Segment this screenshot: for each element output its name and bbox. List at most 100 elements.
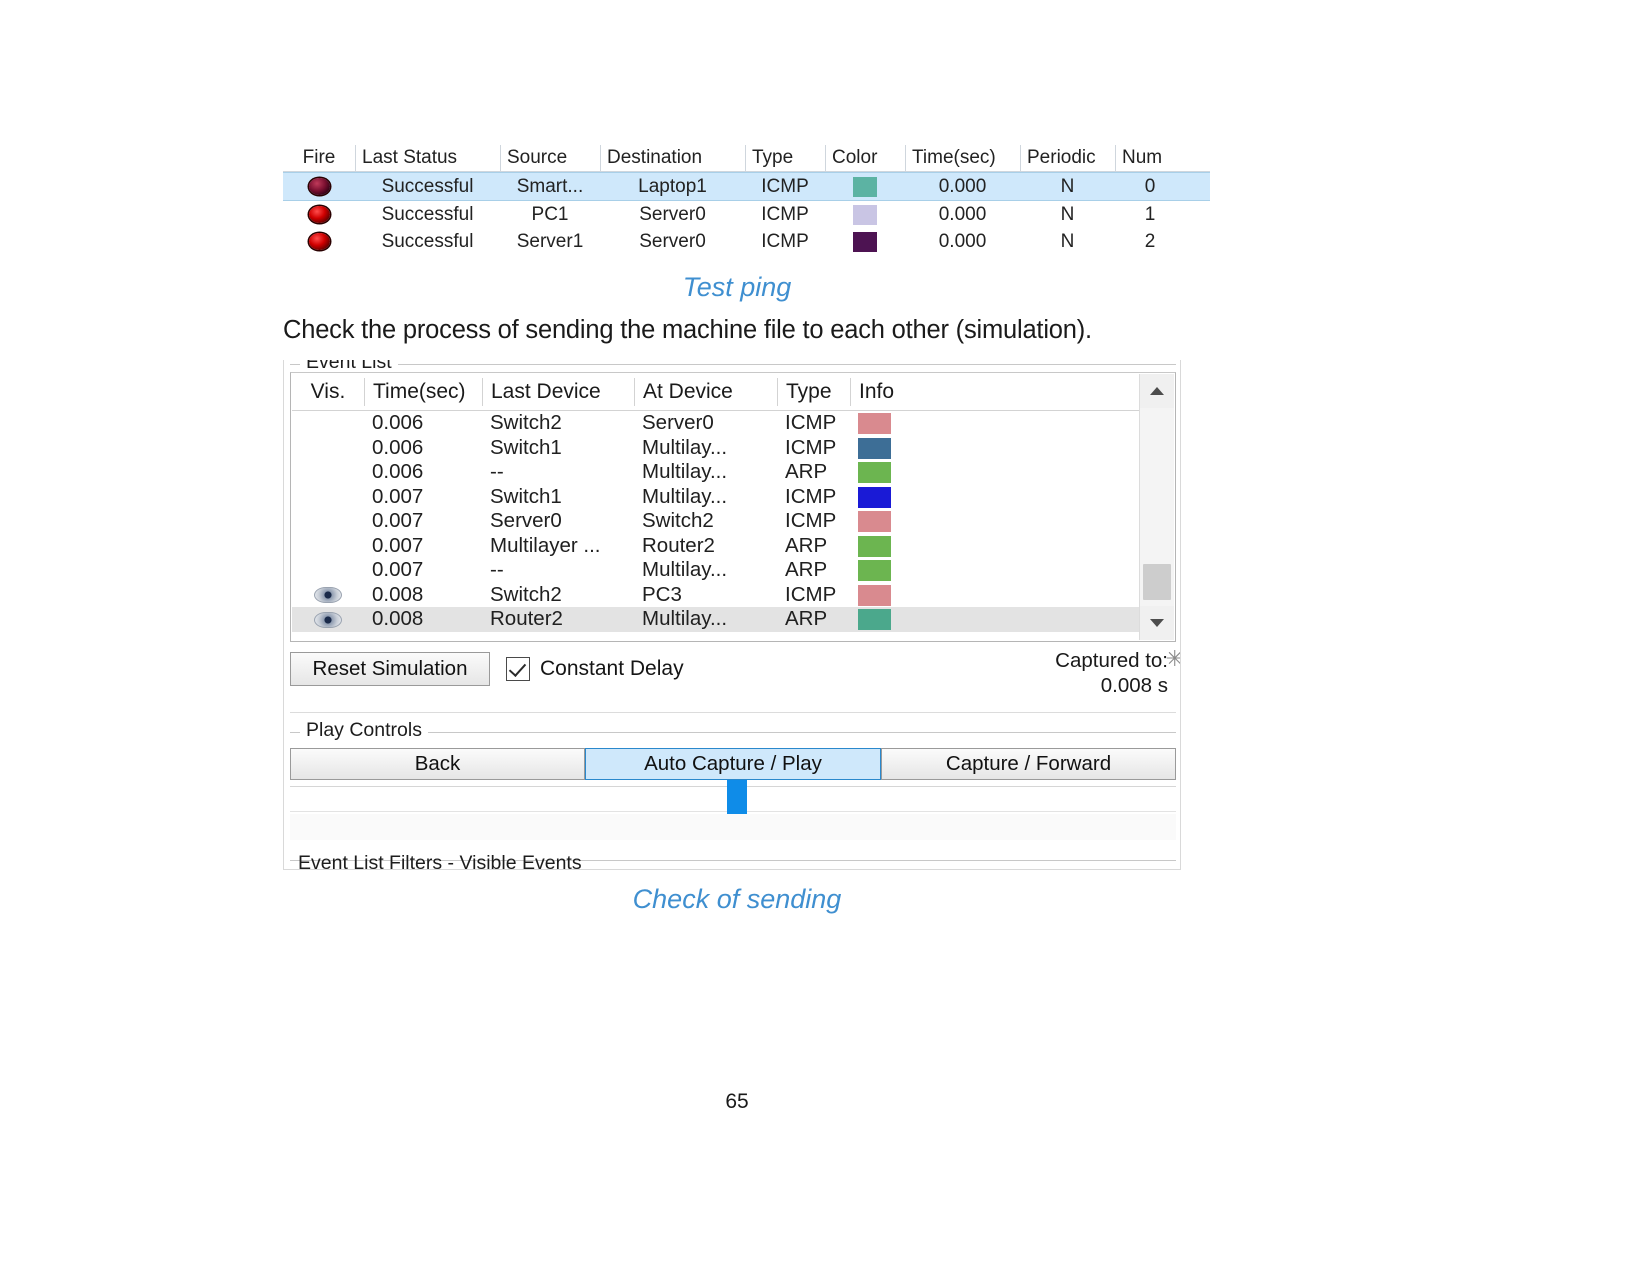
info-cell <box>850 436 1050 461</box>
column-header-destination[interactable]: Destination <box>600 145 745 171</box>
vis-cell[interactable] <box>292 558 364 583</box>
divider <box>290 712 1176 713</box>
fire-cell[interactable] <box>283 201 355 228</box>
at-device-cell: Router2 <box>642 533 715 557</box>
reset-simulation-button[interactable]: Reset Simulation <box>290 652 490 686</box>
last-device-cell: Multilayer ... <box>490 533 601 557</box>
num-cell: 1 <box>1144 204 1156 225</box>
table-row[interactable]: Successful Server1 Server0 ICMP 0.000 N … <box>283 228 1210 255</box>
column-header-type[interactable]: Type <box>745 145 825 171</box>
chevron-down-icon <box>1150 619 1164 627</box>
page-number: 65 <box>725 1090 749 1113</box>
type-cell: ARP <box>785 533 828 557</box>
captured-to-readout: Captured to: 0.008 s ✳ <box>1055 646 1180 698</box>
source-cell: Server1 <box>516 231 584 252</box>
column-header-time[interactable]: Time(sec) <box>364 378 482 406</box>
last-device-cell: Switch1 <box>490 484 562 508</box>
time-cell: 0.000 <box>938 176 987 197</box>
scroll-down-button[interactable] <box>1140 606 1174 640</box>
table-row[interactable]: Successful Smart... Laptop1 ICMP 0.000 N… <box>283 172 1210 201</box>
info-color-swatch <box>858 437 891 459</box>
at-device-cell: Multilay... <box>642 460 728 483</box>
vis-cell[interactable] <box>292 534 364 559</box>
column-header-at-device[interactable]: At Device <box>634 378 777 406</box>
pdu-table-header: Fire Last Status Source Destination Type… <box>283 138 1210 172</box>
scroll-up-button[interactable] <box>1140 374 1174 408</box>
column-header-info[interactable]: Info <box>850 378 1050 406</box>
fire-cell[interactable] <box>283 173 355 200</box>
fire-led-icon[interactable] <box>308 233 330 251</box>
fire-led-icon[interactable] <box>308 206 330 224</box>
list-item[interactable]: 0.007 -- Multilay... ARP <box>292 558 1139 583</box>
time-cell: 0.008 <box>372 582 424 606</box>
vis-cell[interactable] <box>292 607 364 632</box>
time-cell: 0.007 <box>372 484 424 508</box>
vis-cell[interactable] <box>292 460 364 485</box>
constant-delay-checkbox[interactable] <box>506 657 530 681</box>
list-item[interactable]: 0.008 Router2 Multilay... ARP <box>292 607 1139 632</box>
periodic-cell: N <box>1060 231 1075 252</box>
destination-cell: Server0 <box>639 204 706 225</box>
info-cell <box>850 509 1050 534</box>
color-swatch <box>853 204 877 225</box>
type-cell: ICMP <box>785 435 837 459</box>
list-item[interactable]: 0.008 Switch2 PC3 ICMP <box>292 583 1139 608</box>
table-row[interactable]: Successful PC1 Server0 ICMP 0.000 N 1 <box>283 201 1210 228</box>
vis-cell[interactable] <box>292 485 364 510</box>
column-header-last-device[interactable]: Last Device <box>482 378 634 406</box>
info-color-swatch <box>858 560 891 582</box>
last-device-cell: Server0 <box>490 509 562 532</box>
column-header-fire[interactable]: Fire <box>283 145 355 171</box>
type-cell: ICMP <box>785 509 837 532</box>
chevron-up-icon <box>1150 387 1164 395</box>
eye-icon[interactable] <box>314 587 342 604</box>
column-header-type[interactable]: Type <box>777 378 850 406</box>
column-header-vis[interactable]: Vis. <box>292 378 364 406</box>
pdu-list-table: Fire Last Status Source Destination Type… <box>283 138 1210 255</box>
last-device-cell: Switch1 <box>490 435 562 459</box>
eye-icon[interactable] <box>314 611 342 628</box>
body-paragraph: Check the process of sending the machine… <box>283 316 1092 344</box>
constant-delay-control[interactable]: Constant Delay <box>506 652 684 686</box>
num-cell: 0 <box>1144 176 1156 197</box>
auto-capture-play-button[interactable]: Auto Capture / Play <box>585 748 881 780</box>
time-cell: 0.007 <box>372 558 424 581</box>
column-header-periodic[interactable]: Periodic <box>1020 145 1115 171</box>
column-header-last-status[interactable]: Last Status <box>355 145 500 171</box>
list-item[interactable]: 0.006 -- Multilay... ARP <box>292 460 1139 485</box>
list-item[interactable]: 0.006 Switch1 Multilay... ICMP <box>292 436 1139 461</box>
list-item[interactable]: 0.006 Switch2 Server0 ICMP <box>292 411 1139 436</box>
fire-led-icon[interactable] <box>308 178 330 196</box>
at-device-cell: Multilay... <box>642 607 728 630</box>
column-header-color[interactable]: Color <box>825 145 905 171</box>
time-cell: 0.007 <box>372 533 424 557</box>
at-device-cell: Multilay... <box>642 435 728 459</box>
last-device-cell: Router2 <box>490 607 563 630</box>
info-color-swatch <box>858 511 891 533</box>
scrollbar-thumb[interactable] <box>1143 564 1171 600</box>
list-item[interactable]: 0.007 Multilayer ... Router2 ARP <box>292 534 1139 559</box>
event-list-scrollbar[interactable] <box>1139 374 1174 640</box>
at-device-cell: Multilay... <box>642 484 728 508</box>
time-cell: 0.006 <box>372 435 424 459</box>
destination-cell: Laptop1 <box>638 176 707 197</box>
num-cell: 2 <box>1144 231 1156 252</box>
list-item[interactable]: 0.007 Switch1 Multilay... ICMP <box>292 485 1139 510</box>
type-cell: ARP <box>785 558 828 581</box>
fire-cell[interactable] <box>283 228 355 255</box>
vis-cell[interactable] <box>292 436 364 461</box>
source-cell: Smart... <box>516 176 584 197</box>
at-device-cell: Multilay... <box>642 558 728 581</box>
capture-forward-button[interactable]: Capture / Forward <box>881 748 1176 780</box>
speed-slider-thumb[interactable] <box>727 780 747 814</box>
column-header-num[interactable]: Num <box>1115 145 1185 171</box>
vis-cell[interactable] <box>292 583 364 608</box>
info-color-swatch <box>858 609 891 631</box>
list-item[interactable]: 0.007 Server0 Switch2 ICMP <box>292 509 1139 534</box>
column-header-source[interactable]: Source <box>500 145 600 171</box>
column-header-time[interactable]: Time(sec) <box>905 145 1020 171</box>
vis-cell[interactable] <box>292 411 364 436</box>
back-button[interactable]: Back <box>290 748 585 780</box>
time-cell: 0.006 <box>372 411 424 434</box>
vis-cell[interactable] <box>292 509 364 534</box>
